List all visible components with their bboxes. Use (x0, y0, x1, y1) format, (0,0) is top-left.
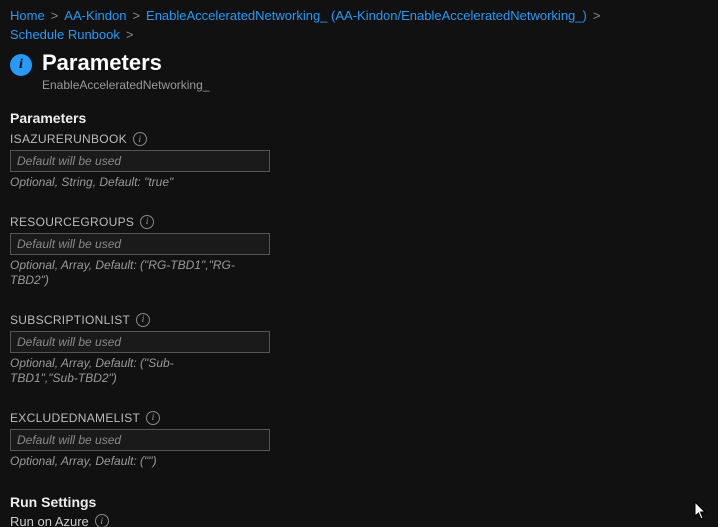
run-settings-heading: Run Settings (10, 494, 708, 510)
param-help: Optional, Array, Default: ("") (10, 454, 240, 470)
chevron-right-icon: > (124, 27, 136, 42)
param-label: SUBSCRIPTIONLIST (10, 313, 130, 327)
breadcrumb: Home > AA-Kindon > EnableAcceleratedNetw… (0, 0, 718, 44)
breadcrumb-runbook[interactable]: EnableAcceleratedNetworking_ (AA-Kindon/… (146, 8, 587, 23)
param-label: ISAZURERUNBOOK (10, 132, 127, 146)
param-help: Optional, String, Default: "true" (10, 175, 240, 191)
param-resourcegroups: RESOURCEGROUPS i Optional, Array, Defaul… (10, 215, 290, 289)
parameters-heading: Parameters (10, 110, 708, 126)
run-on-row: Run on Azure i (10, 514, 708, 527)
param-label: EXCLUDEDNAMELIST (10, 411, 140, 425)
info-icon: i (10, 54, 32, 76)
param-label: RESOURCEGROUPS (10, 215, 134, 229)
page-subtitle: EnableAcceleratedNetworking_ (42, 78, 209, 92)
chevron-right-icon: > (49, 8, 61, 23)
info-icon[interactable]: i (140, 215, 154, 229)
info-icon[interactable]: i (95, 514, 109, 527)
param-input-excludednamelist[interactable] (10, 429, 270, 451)
breadcrumb-aa-kindon[interactable]: AA-Kindon (64, 8, 126, 23)
info-icon[interactable]: i (136, 313, 150, 327)
param-help: Optional, Array, Default: ("Sub-TBD1","S… (10, 356, 240, 387)
breadcrumb-home[interactable]: Home (10, 8, 45, 23)
chevron-right-icon: > (591, 8, 603, 23)
chevron-right-icon: > (130, 8, 142, 23)
param-subscriptionlist: SUBSCRIPTIONLIST i Optional, Array, Defa… (10, 313, 290, 387)
run-on-label: Run on Azure (10, 514, 89, 527)
param-help: Optional, Array, Default: ("RG-TBD1","RG… (10, 258, 240, 289)
info-icon[interactable]: i (146, 411, 160, 425)
breadcrumb-schedule-runbook[interactable]: Schedule Runbook (10, 27, 120, 42)
page-title: Parameters (42, 50, 209, 76)
page-header: i Parameters EnableAcceleratedNetworking… (0, 44, 718, 92)
param-input-resourcegroups[interactable] (10, 233, 270, 255)
param-isazurerunbook: ISAZURERUNBOOK i Optional, String, Defau… (10, 132, 290, 191)
param-input-subscriptionlist[interactable] (10, 331, 270, 353)
info-icon[interactable]: i (133, 132, 147, 146)
param-input-isazurerunbook[interactable] (10, 150, 270, 172)
param-excludednamelist: EXCLUDEDNAMELIST i Optional, Array, Defa… (10, 411, 290, 470)
